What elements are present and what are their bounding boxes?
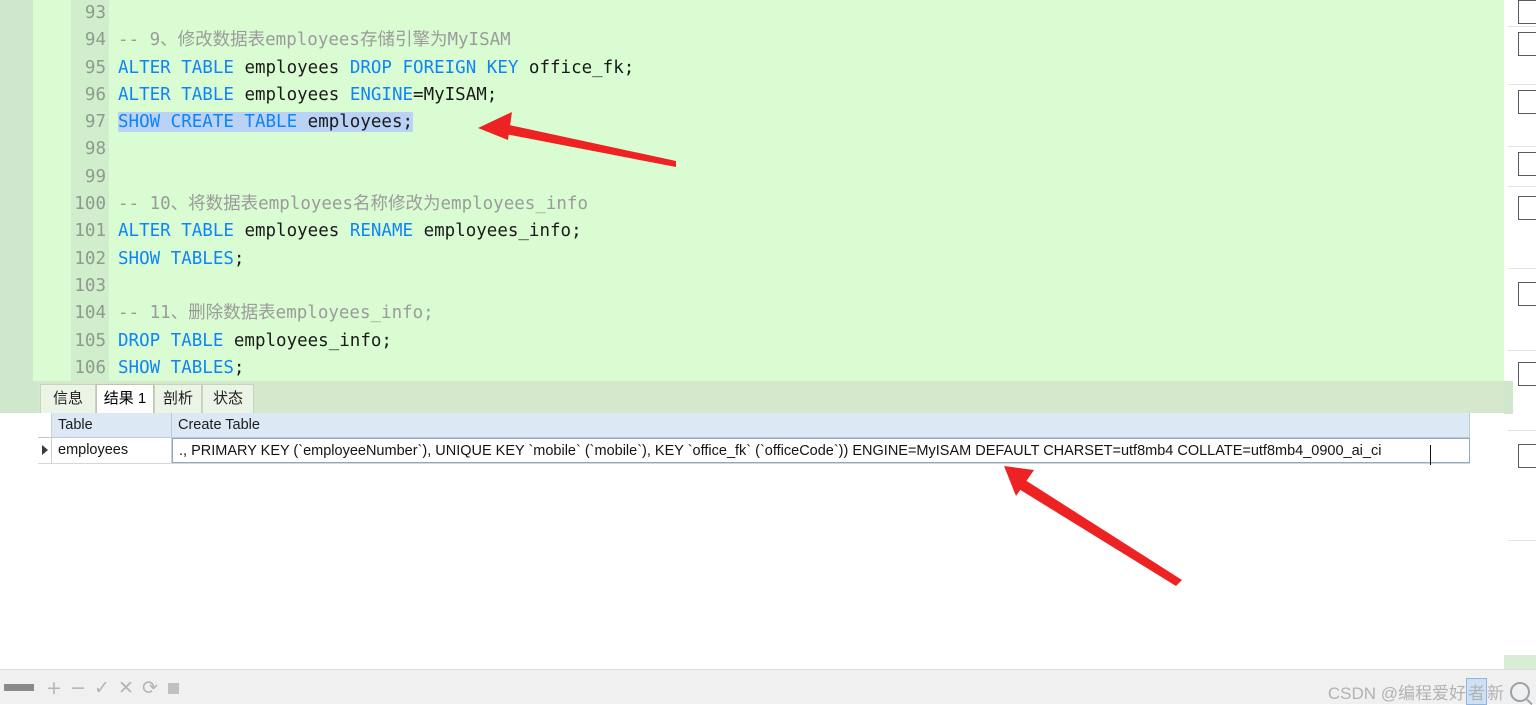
csdn-watermark: CSDN @编程爱好者新 bbox=[1328, 678, 1530, 705]
panel-divider bbox=[1508, 186, 1536, 187]
line-number: 104 bbox=[38, 300, 106, 327]
code-line-text: -- 10、将数据表employees名称修改为employees_info bbox=[118, 191, 588, 218]
apply-icon[interactable]: ✓ bbox=[92, 678, 112, 698]
watermark-badge: 者 bbox=[1466, 678, 1487, 705]
code-line[interactable]: 105 DROP TABLE employees_info; bbox=[33, 328, 1504, 355]
grid-corner-cell bbox=[38, 413, 52, 437]
table-row[interactable]: employees., PRIMARY KEY (`employeeNumber… bbox=[38, 438, 1470, 464]
search-icon bbox=[1510, 682, 1530, 702]
results-tab[interactable]: 状态 bbox=[202, 384, 254, 413]
code-line-text: DROP TABLE employees_info; bbox=[118, 328, 392, 355]
watermark-text: CSDN @编程爱好 bbox=[1328, 684, 1466, 703]
code-line[interactable]: 102 SHOW TABLES; bbox=[33, 246, 1504, 273]
stop-icon[interactable] bbox=[164, 678, 184, 698]
results-tab[interactable]: 剖析 bbox=[154, 384, 202, 413]
watermark-suffix: 新 bbox=[1487, 684, 1504, 703]
grid-header-row: TableCreate Table bbox=[38, 413, 1470, 438]
panel-item-box[interactable] bbox=[1518, 362, 1536, 386]
panel-item-box[interactable] bbox=[1518, 90, 1536, 114]
code-line-text: ALTER TABLE employees RENAME employees_i… bbox=[118, 218, 582, 245]
line-number: 102 bbox=[38, 246, 106, 273]
tabbar-left-fill bbox=[0, 381, 38, 413]
mysql-client-window: 9394 -- 9、修改数据表employees存储引擎为MyISAM 95 ALTE… bbox=[0, 0, 1536, 703]
code-line[interactable]: 104 -- 11、删除数据表employees_info; bbox=[33, 300, 1504, 327]
code-line[interactable]: 98 bbox=[33, 136, 1504, 163]
panel-divider bbox=[1508, 430, 1536, 431]
row-selector-arrow-icon[interactable] bbox=[38, 438, 52, 463]
code-line-text: -- 11、删除数据表employees_info; bbox=[118, 300, 434, 327]
code-line[interactable]: 96 ALTER TABLE employees ENGINE=MyISAM; bbox=[33, 82, 1504, 109]
results-tab[interactable]: 结果 1 bbox=[96, 384, 154, 413]
code-line-text: SHOW TABLES; bbox=[118, 246, 244, 273]
line-number: 96 bbox=[38, 82, 106, 109]
panel-divider bbox=[1508, 540, 1536, 541]
line-number: 101 bbox=[38, 218, 106, 245]
panel-item-box[interactable] bbox=[1518, 0, 1536, 24]
grid-cell[interactable]: ., PRIMARY KEY (`employeeNumber`), UNIQU… bbox=[172, 438, 1470, 463]
code-line-text: SHOW TABLES; bbox=[118, 355, 244, 381]
grid-cell[interactable]: employees bbox=[52, 438, 172, 463]
code-line[interactable]: 93 bbox=[33, 0, 1504, 27]
code-line[interactable]: 106 SHOW TABLES; bbox=[33, 355, 1504, 381]
line-number: 93 bbox=[38, 0, 106, 27]
code-line[interactable]: 97 SHOW CREATE TABLE employees; bbox=[33, 109, 1504, 136]
panel-divider bbox=[1508, 268, 1536, 269]
line-number: 97 bbox=[38, 109, 106, 136]
cancel-icon[interactable]: ✕ bbox=[116, 678, 136, 698]
panel-divider bbox=[1508, 146, 1536, 147]
code-line-text: SHOW CREATE TABLE employees; bbox=[118, 109, 413, 136]
panel-item-box[interactable] bbox=[1518, 444, 1536, 468]
line-number: 94 bbox=[38, 27, 106, 54]
panel-green-marker-lower bbox=[1504, 655, 1536, 669]
remove-row-icon[interactable]: − bbox=[68, 678, 88, 698]
panel-item-box[interactable] bbox=[1518, 32, 1536, 56]
panel-divider bbox=[1508, 84, 1536, 85]
code-line[interactable]: 94 -- 9、修改数据表employees存储引擎为MyISAM bbox=[33, 27, 1504, 54]
line-number: 98 bbox=[38, 136, 106, 163]
results-tab[interactable]: 信息 bbox=[40, 384, 96, 413]
cell-text-caret bbox=[1430, 445, 1431, 465]
refresh-icon[interactable]: ⟳ bbox=[140, 678, 160, 698]
line-number: 95 bbox=[38, 55, 106, 82]
code-line-text: -- 9、修改数据表employees存储引擎为MyISAM bbox=[118, 27, 511, 54]
panel-divider bbox=[1508, 350, 1536, 351]
editor-code-lines[interactable]: 9394 -- 9、修改数据表employees存储引擎为MyISAM 95 ALTE… bbox=[33, 0, 1504, 381]
sql-editor[interactable]: 9394 -- 9、修改数据表employees存储引擎为MyISAM 95 ALTE… bbox=[33, 0, 1504, 381]
grid-column-header[interactable]: Table bbox=[52, 413, 172, 437]
results-tab-bar[interactable]: 信息结果 1剖析状态 bbox=[0, 381, 1504, 413]
code-line[interactable]: 103 bbox=[33, 273, 1504, 300]
panel-green-marker bbox=[1504, 381, 1513, 414]
code-line-text: ALTER TABLE employees ENGINE=MyISAM; bbox=[118, 82, 497, 109]
grid-body[interactable]: employees., PRIMARY KEY (`employeeNumber… bbox=[38, 438, 1470, 464]
line-number: 105 bbox=[38, 328, 106, 355]
code-line-text: ALTER TABLE employees DROP FOREIGN KEY o… bbox=[118, 55, 634, 82]
panel-item-box[interactable] bbox=[1518, 152, 1536, 176]
results-grid[interactable]: TableCreate Table employees., PRIMARY KE… bbox=[38, 413, 1470, 464]
right-side-panel-partial bbox=[1504, 0, 1536, 669]
code-line[interactable]: 100 -- 10、将数据表employees名称修改为employees_inf… bbox=[33, 191, 1504, 218]
panel-item-box[interactable] bbox=[1518, 196, 1536, 220]
add-row-icon[interactable]: + bbox=[44, 678, 64, 698]
line-number: 100 bbox=[38, 191, 106, 218]
panel-item-box[interactable] bbox=[1518, 282, 1536, 306]
code-line[interactable]: 101 ALTER TABLE employees RENAME employee… bbox=[33, 218, 1504, 245]
grid-column-header[interactable]: Create Table bbox=[172, 413, 1470, 437]
resize-handle[interactable] bbox=[4, 684, 34, 691]
code-line[interactable]: 95 ALTER TABLE employees DROP FOREIGN KEY… bbox=[33, 55, 1504, 82]
bottom-toolbar: +−✓✕⟳ CSDN @编程爱好者新 bbox=[0, 669, 1536, 704]
results-pane: 信息结果 1剖析状态 TableCreate Table employees.,… bbox=[0, 381, 1504, 669]
line-number: 99 bbox=[38, 164, 106, 191]
line-number: 106 bbox=[38, 355, 106, 381]
code-line[interactable]: 99 bbox=[33, 164, 1504, 191]
line-number: 103 bbox=[38, 273, 106, 300]
panel-divider bbox=[1508, 26, 1536, 27]
